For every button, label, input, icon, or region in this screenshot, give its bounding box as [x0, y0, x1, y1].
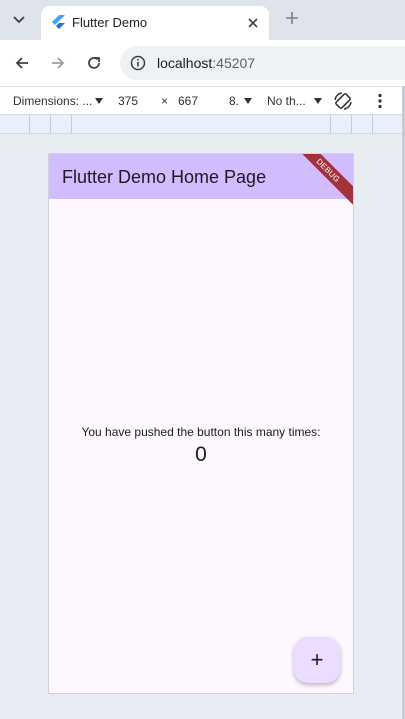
plus-icon	[286, 12, 298, 24]
app-bar: Flutter Demo Home Page	[49, 154, 353, 199]
address-bar[interactable]: localhost:45207	[120, 46, 405, 80]
info-icon[interactable]	[130, 55, 146, 71]
reload-button[interactable]	[83, 52, 105, 74]
device-screen: Flutter Demo Home Page DEBUG You have pu…	[48, 153, 354, 694]
back-button[interactable]	[11, 52, 33, 74]
dimensions-caret-icon	[95, 98, 103, 104]
page-title: Flutter Demo Home Page	[62, 167, 267, 187]
chevron-down-icon	[13, 16, 25, 24]
arrow-right-icon	[52, 57, 65, 69]
dimensions-select[interactable]: Dimensions: ...	[13, 94, 92, 108]
throttling-caret-icon	[314, 98, 322, 104]
arrow-left-icon	[15, 57, 28, 69]
url-host: localhost	[157, 55, 213, 71]
tab-strip: Flutter Demo	[0, 0, 405, 40]
plus-icon: +	[310, 647, 324, 672]
media-query-ruler[interactable]	[0, 114, 405, 134]
url-port: :45207	[212, 55, 256, 71]
close-tab-button[interactable]	[243, 13, 263, 33]
url-text: localhost:45207	[157, 55, 255, 71]
rotate-icon	[334, 92, 352, 110]
rotate-button[interactable]	[333, 91, 353, 111]
device-toolbar: Dimensions: ... 375 × 667 8. No th...	[0, 86, 405, 114]
close-icon	[248, 18, 258, 28]
new-tab-button[interactable]	[282, 9, 302, 29]
flutter-icon	[52, 15, 65, 29]
zoom-caret-icon	[244, 98, 252, 104]
counter-label: You have pushed the button this many tim…	[81, 425, 321, 439]
more-vertical-icon	[378, 93, 382, 109]
tab-title: Flutter Demo	[72, 15, 148, 30]
browser-tab[interactable]: Flutter Demo	[41, 6, 269, 40]
browser-toolbar: localhost:45207	[0, 40, 405, 86]
forward-button[interactable]	[47, 52, 69, 74]
zoom-select[interactable]: 8.	[229, 94, 239, 108]
throttling-select[interactable]: No th...	[267, 94, 306, 108]
counter-value: 0	[195, 443, 207, 466]
height-input[interactable]: 667	[178, 94, 198, 108]
width-input[interactable]: 375	[118, 94, 138, 108]
dimensions-separator: ×	[161, 94, 169, 108]
increment-button[interactable]: +	[294, 637, 340, 683]
more-options-button[interactable]	[372, 93, 388, 109]
reload-icon	[88, 57, 100, 69]
tab-search-button[interactable]	[8, 10, 30, 30]
